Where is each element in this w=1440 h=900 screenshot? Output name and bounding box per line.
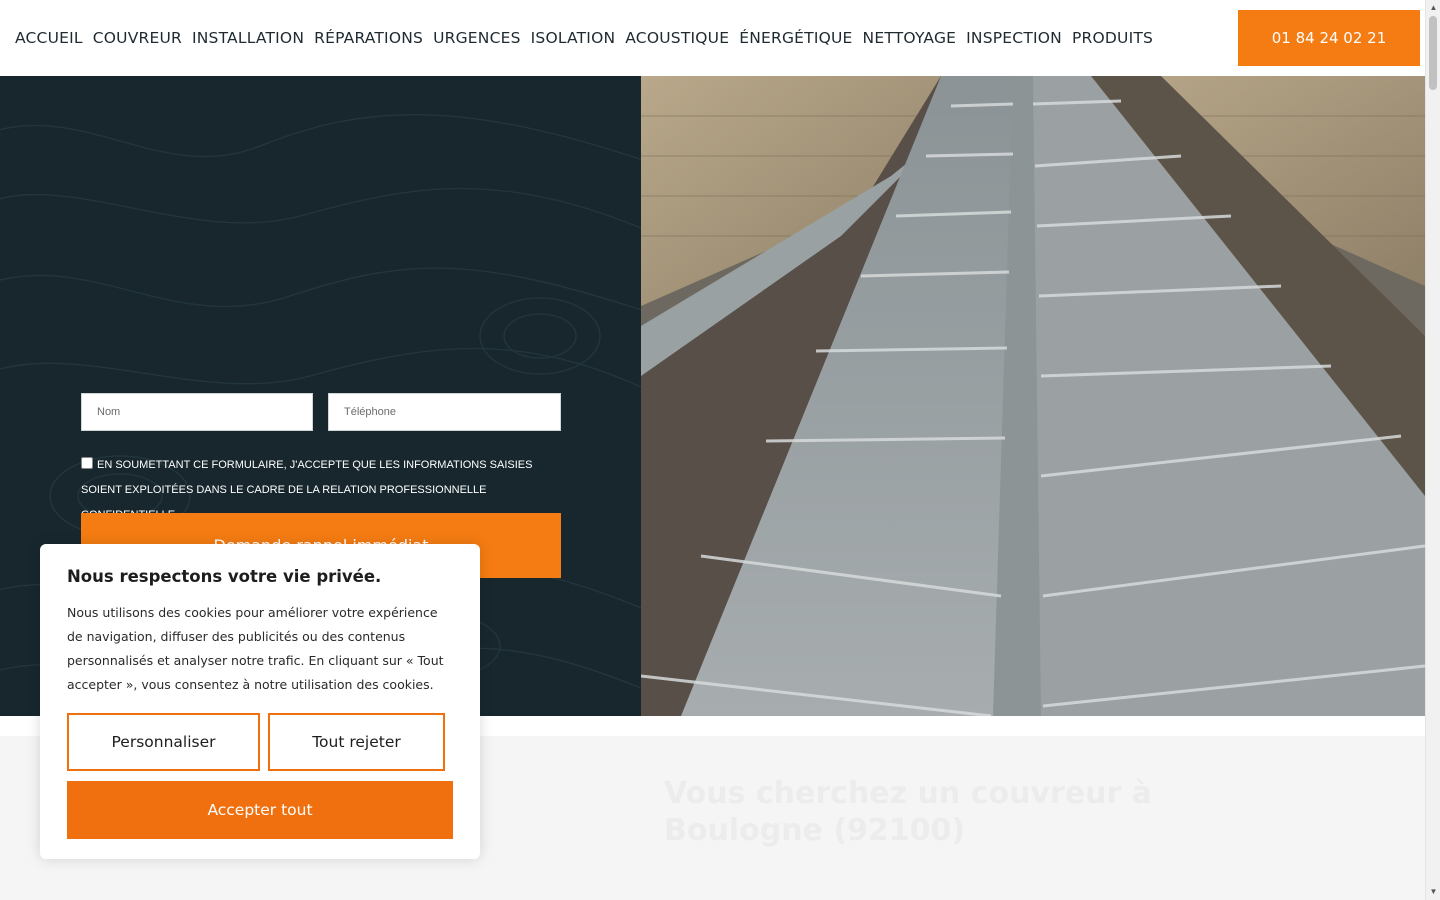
nav-item-nettoyage[interactable]: NETTOYAGE [863,29,957,47]
main-nav: ACCUEIL COUVREUR INSTALLATION RÉPARATION… [15,0,1153,76]
cookie-consent-dialog: Nous respectons votre vie privée. Nous u… [40,544,480,859]
nav-item-installation[interactable]: INSTALLATION [192,29,304,47]
nav-item-produits[interactable]: PRODUITS [1072,29,1153,47]
customize-cookies-button[interactable]: Personnaliser [67,713,260,771]
nav-item-energetique[interactable]: ÉNERGÉTIQUE [739,29,852,47]
roof-photo-illustration [641,76,1425,716]
scrollbar-thumb[interactable] [1429,16,1437,90]
phone-input[interactable]: Téléphone [328,393,561,431]
nav-item-urgences[interactable]: URGENCES [433,29,521,47]
consent-text: En soumettant ce formulaire, j'accepte q… [81,459,533,521]
consent-checkbox[interactable] [81,457,93,469]
name-input[interactable]: Nom [81,393,313,431]
nav-item-accueil[interactable]: ACCUEIL [15,29,83,47]
phone-call-button[interactable]: 01 84 24 02 21 [1238,10,1420,66]
cookie-title: Nous respectons votre vie privée. [67,567,382,586]
roof-photo [641,76,1425,716]
section-heading: Vous cherchez un couvreur à Boulogne (92… [664,776,1152,848]
page-scrollbar[interactable]: ▲ ▼ [1425,0,1440,900]
scroll-down-arrow-icon[interactable]: ▼ [1426,884,1440,899]
nav-item-reparations[interactable]: RÉPARATIONS [314,29,423,47]
site-header: ACCUEIL COUVREUR INSTALLATION RÉPARATION… [0,0,1425,76]
nav-item-isolation[interactable]: ISOLATION [531,29,616,47]
scroll-up-arrow-icon[interactable]: ▲ [1426,0,1440,15]
reject-all-button[interactable]: Tout rejeter [268,713,445,771]
accept-all-button[interactable]: Accepter tout [67,781,453,839]
nav-item-couvreur[interactable]: COUVREUR [93,29,182,47]
nav-item-inspection[interactable]: INSPECTION [966,29,1062,47]
nav-item-acoustique[interactable]: ACOUSTIQUE [625,29,729,47]
cookie-description: Nous utilisons des cookies pour améliore… [67,605,444,692]
